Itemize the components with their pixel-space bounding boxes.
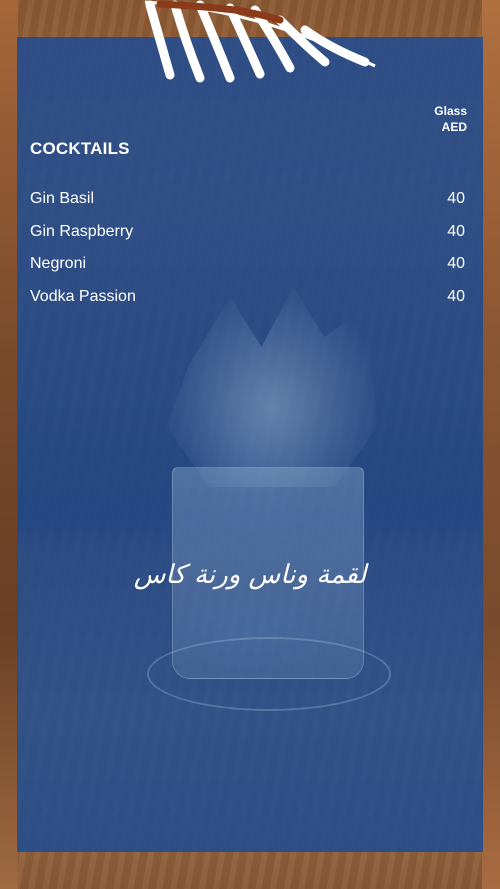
palm-leaf-icon bbox=[144, 0, 376, 83]
menu-item-price: 40 bbox=[447, 222, 465, 240]
menu-item-name: Negroni bbox=[30, 255, 87, 273]
menu-item-name: Gin Basil bbox=[30, 190, 95, 208]
menu-item-price: 40 bbox=[447, 287, 465, 305]
menu-item: Gin Raspberry 40 bbox=[30, 216, 465, 249]
menu-panel bbox=[17, 37, 483, 852]
header-currency-label: AED bbox=[441, 120, 467, 134]
menu-item: Gin Basil 40 bbox=[30, 183, 465, 216]
menu-item-name: Vodka Passion bbox=[30, 287, 136, 305]
header-glass-label: Glass bbox=[434, 104, 467, 118]
menu-item-price: 40 bbox=[447, 190, 465, 208]
wood-edge-left bbox=[0, 0, 18, 889]
arabic-tagline: لقمة وناس ورنة كاس bbox=[133, 560, 367, 590]
splash-illustration bbox=[167, 287, 377, 487]
menu-item: Vodka Passion 40 bbox=[30, 281, 465, 314]
price-column-header: Glass AED bbox=[407, 103, 467, 135]
menu-item-name: Gin Raspberry bbox=[30, 222, 134, 240]
wood-edge-right bbox=[482, 0, 500, 889]
menu-item-price: 40 bbox=[447, 255, 465, 273]
menu-item: Negroni 40 bbox=[30, 248, 465, 281]
coaster-illustration bbox=[147, 637, 391, 711]
section-title: COCKTAILS bbox=[30, 139, 130, 158]
menu-list: Gin Basil 40 Gin Raspberry 40 Negroni 40… bbox=[30, 183, 465, 313]
